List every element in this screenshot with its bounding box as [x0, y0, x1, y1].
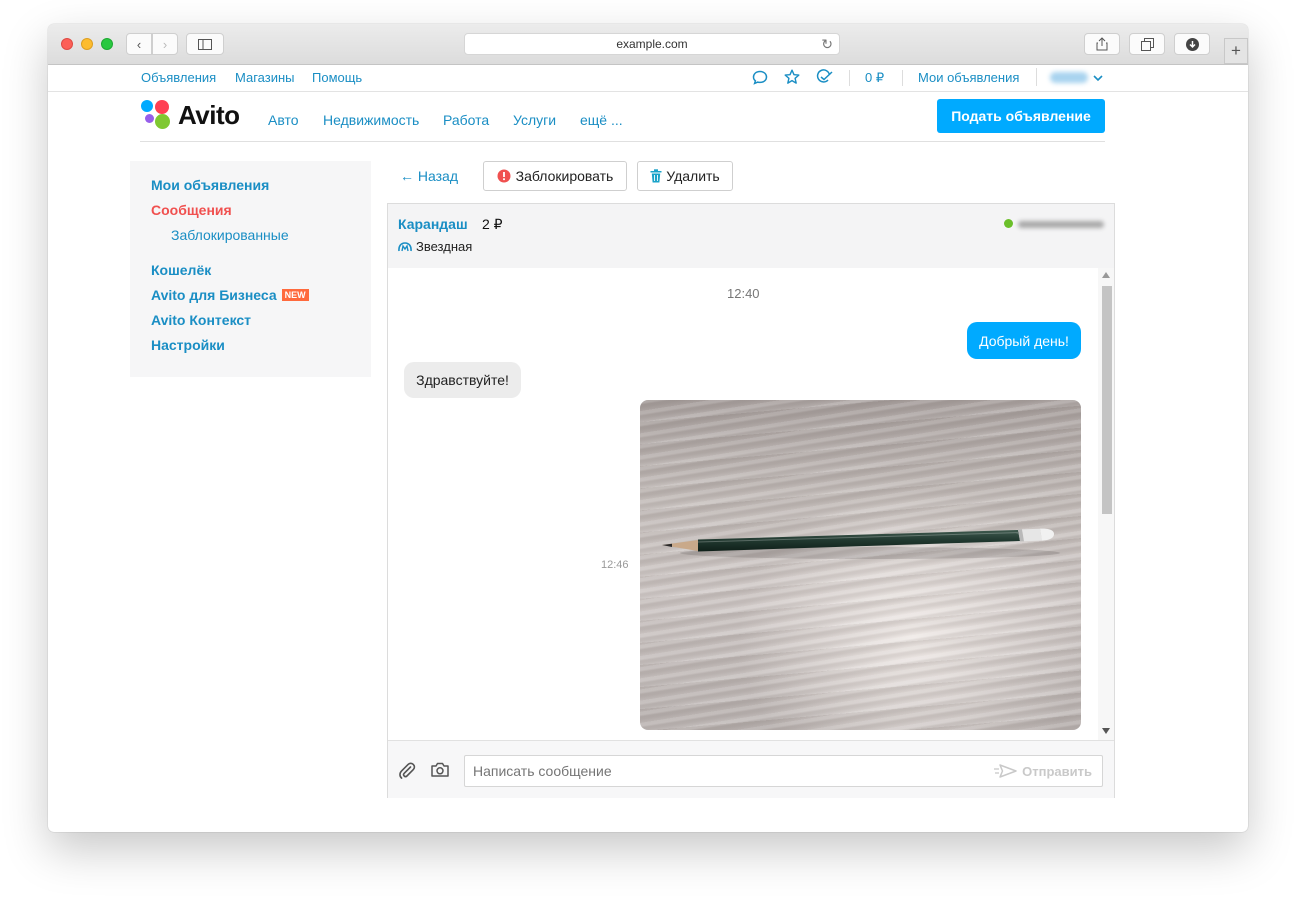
topnav-my-ads[interactable]: Мои объявления — [918, 70, 1019, 85]
block-label: Заблокировать — [515, 168, 614, 184]
forward-nav-button[interactable]: › — [152, 33, 178, 55]
nav-item-services[interactable]: Услуги — [513, 112, 556, 128]
scrollbar-thumb[interactable] — [1102, 286, 1112, 514]
back-link[interactable]: ← Назад — [400, 168, 458, 184]
chevron-right-icon: › — [162, 36, 168, 52]
time-separator: 12:40 — [727, 286, 760, 301]
download-icon — [1185, 37, 1199, 51]
scroll-up-icon[interactable] — [1102, 272, 1110, 278]
block-button[interactable]: Заблокировать — [483, 161, 627, 191]
sidebar-toggle-button[interactable] — [186, 33, 224, 55]
metro-icon — [398, 241, 412, 251]
logo-dot-green — [155, 114, 170, 129]
topnav-link-help[interactable]: Помощь — [312, 70, 362, 85]
topnav-link-shops[interactable]: Магазины — [235, 70, 295, 85]
incoming-message: Здравствуйте! — [404, 362, 521, 398]
logo-wordmark: Avito — [178, 100, 240, 130]
listing-price: 2 ₽ — [482, 216, 503, 232]
messages-icon[interactable] — [752, 70, 768, 85]
profile-sidebar: Мои объявления Сообщения Заблокированные… — [130, 161, 371, 377]
sidebar-item-context[interactable]: Avito Контекст — [151, 312, 251, 328]
logo-dot-purple — [145, 114, 154, 123]
browser-titlebar: ‹ › example.com ↻ + — [48, 24, 1248, 65]
wallet-balance[interactable]: 0 ₽ — [865, 70, 884, 86]
saved-searches-icon[interactable] — [816, 69, 834, 85]
url-text: example.com — [616, 37, 688, 51]
close-window-button[interactable] — [61, 38, 73, 50]
minimize-window-button[interactable] — [81, 38, 93, 50]
favorites-star-icon[interactable] — [784, 69, 800, 85]
message-composer: Отправить — [388, 740, 1114, 798]
share-icon — [1096, 37, 1108, 51]
sidebar-icon — [198, 38, 212, 50]
tabs-overview-button[interactable] — [1129, 33, 1165, 55]
top-utility-nav: Объявления Магазины Помощь 0 ₽ Мои объяв… — [48, 65, 1248, 92]
chat-header: Карандаш 2 ₽ Звездная — [388, 204, 1114, 268]
nav-item-jobs[interactable]: Работа — [443, 112, 489, 128]
scroll-down-icon[interactable] — [1102, 728, 1110, 734]
topnav-divider — [849, 70, 850, 86]
reload-icon[interactable]: ↻ — [821, 36, 833, 53]
chevron-left-icon: ‹ — [136, 36, 142, 52]
sidebar-item-wallet[interactable]: Кошелёк — [151, 262, 211, 278]
send-plane-icon — [994, 764, 1017, 778]
chat-panel: Карандаш 2 ₽ Звездная 12:40 Добрый день!… — [387, 203, 1115, 798]
chat-scrollbar[interactable] — [1098, 268, 1114, 740]
back-nav-button[interactable]: ‹ — [126, 33, 152, 55]
nav-item-more[interactable]: ещё ... — [580, 112, 623, 128]
zoom-window-button[interactable] — [101, 38, 113, 50]
sidebar-item-settings[interactable]: Настройки — [151, 337, 225, 353]
pencil-photo[interactable] — [640, 400, 1081, 730]
downloads-button[interactable] — [1174, 33, 1210, 55]
sidebar-item-label: Avito для Бизнеса — [151, 287, 277, 303]
plus-icon: + — [1231, 41, 1241, 60]
logo-dot-red — [155, 100, 169, 114]
outgoing-message: Добрый день! — [967, 322, 1081, 359]
message-list[interactable]: 12:40 Добрый день! Здравствуйте! 12:46 — [388, 268, 1114, 740]
main-header: Avito Авто Недвижимость Работа Услуги ещ… — [48, 92, 1248, 142]
sidebar-item-business[interactable]: Avito для Бизнеса NEW — [151, 287, 309, 303]
browser-window: ‹ › example.com ↻ + Объявления Магазины … — [48, 24, 1248, 832]
topnav-divider — [1036, 68, 1037, 86]
interlocutor-name-blurred[interactable] — [1018, 221, 1104, 228]
delete-label: Удалить — [666, 168, 720, 184]
nav-item-realty[interactable]: Недвижимость — [323, 112, 419, 128]
new-badge: NEW — [281, 289, 309, 301]
nav-item-auto[interactable]: Авто — [268, 112, 299, 128]
metro-station: Звездная — [398, 239, 472, 254]
sidebar-item-messages[interactable]: Сообщения — [151, 202, 232, 218]
metro-name: Звездная — [416, 239, 473, 254]
send-label: Отправить — [1022, 763, 1092, 779]
listing-title[interactable]: Карандаш — [398, 216, 468, 232]
user-name-blurred[interactable] — [1050, 72, 1088, 83]
delete-button[interactable]: Удалить — [637, 161, 733, 191]
logo-dot-blue — [141, 100, 153, 112]
share-button[interactable] — [1084, 33, 1120, 55]
chevron-down-icon[interactable] — [1093, 75, 1103, 82]
pencil-image — [662, 528, 1060, 559]
post-ad-button[interactable]: Подать объявление — [937, 99, 1105, 133]
sidebar-item-blocked[interactable]: Заблокированные — [171, 227, 289, 243]
header-divider — [140, 141, 1105, 142]
photo-timestamp: 12:46 — [601, 559, 629, 571]
address-bar[interactable]: example.com ↻ — [464, 33, 840, 55]
online-status-dot — [1004, 219, 1013, 228]
topnav-divider — [902, 70, 903, 86]
warning-icon — [497, 169, 511, 183]
tabs-icon — [1140, 37, 1154, 51]
paperclip-icon[interactable] — [399, 762, 416, 779]
send-button[interactable]: Отправить — [994, 763, 1092, 779]
sidebar-item-my-ads[interactable]: Мои объявления — [151, 177, 269, 193]
camera-icon[interactable] — [431, 762, 449, 777]
trash-icon — [650, 169, 662, 183]
topnav-link-ads[interactable]: Объявления — [141, 70, 216, 85]
new-tab-button[interactable]: + — [1224, 38, 1248, 64]
